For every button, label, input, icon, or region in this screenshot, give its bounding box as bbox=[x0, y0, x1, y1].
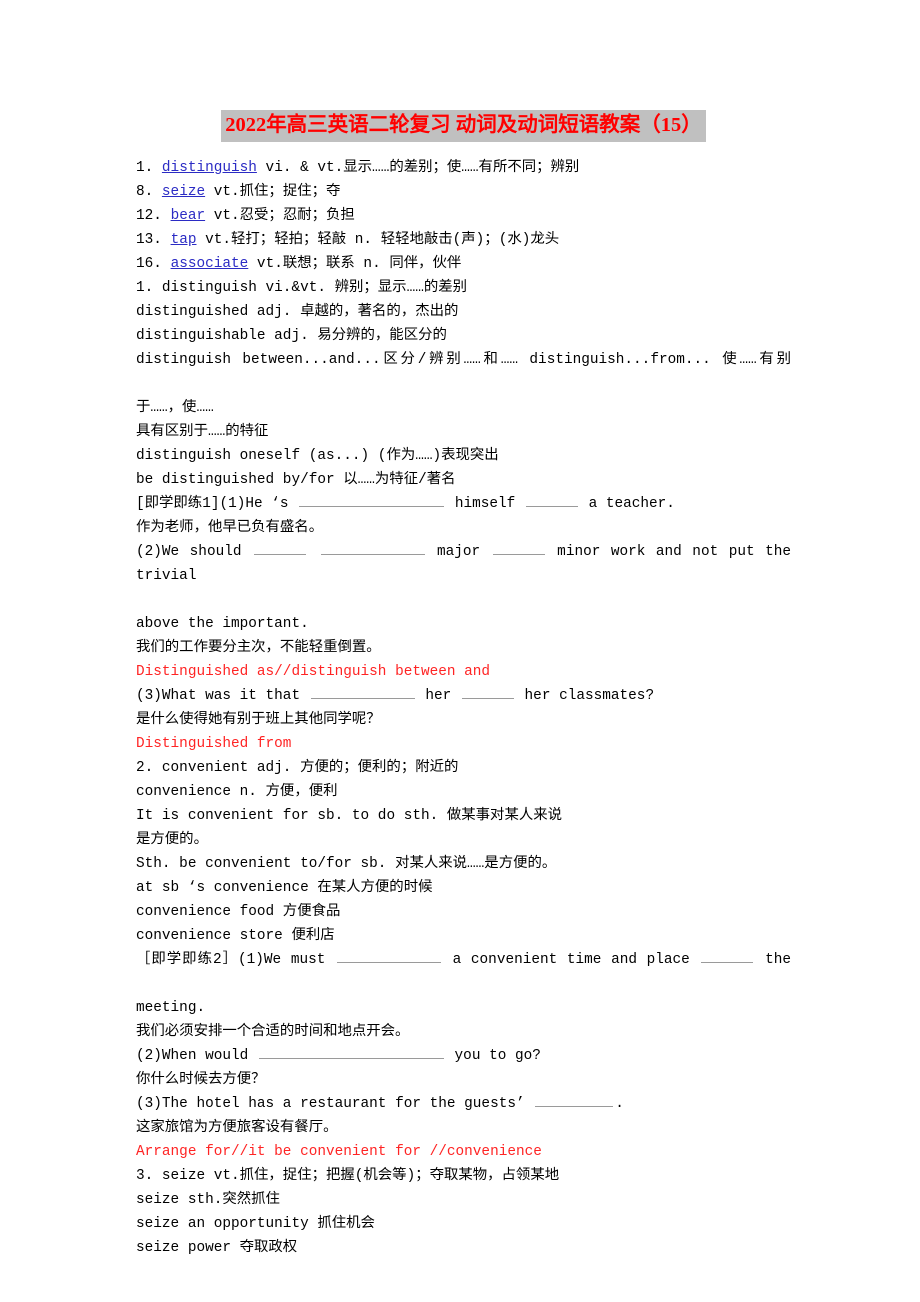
vocab-definition: vi. & vt.显示……的差别；使……有所不同；辨别 bbox=[256, 159, 580, 176]
entry3-phrase: seize sth.突然抓住 bbox=[136, 1191, 280, 1208]
answer-blank[interactable] bbox=[299, 492, 445, 507]
answer-blank[interactable] bbox=[254, 540, 306, 555]
entry2-answer: Arrange for//it be convenient for //conv… bbox=[136, 1143, 542, 1160]
question-text: (2)We should bbox=[136, 543, 252, 560]
entry2-q1-translation: 我们必须安排一个合适的时间和地点开会。 bbox=[136, 1023, 410, 1040]
entry1-answer-2: Distinguished from bbox=[136, 735, 292, 752]
answer-blank[interactable] bbox=[320, 540, 425, 555]
question-text: . bbox=[615, 1095, 624, 1112]
exercise-label: [即学即练1] bbox=[136, 495, 220, 512]
question-text bbox=[308, 544, 319, 560]
entry1-q1-translation: 作为老师，他早已负有盛名。 bbox=[136, 519, 324, 536]
entry1-form: distinguished adj. 卓越的，著名的，杰出的 bbox=[136, 303, 459, 320]
vocab-definition: vt.抓住；捉住；夺 bbox=[205, 183, 341, 200]
vocab-definition: vt.轻打；轻拍；轻敲 n. 轻轻地敲击(声)；(水)龙头 bbox=[196, 231, 560, 248]
entry1-q3-translation: 是什么使得她有别于班上其他同学呢？ bbox=[136, 711, 381, 728]
entry2-exercise-q2: (2)When would you to go? bbox=[136, 1044, 791, 1068]
entry3-headword: 3. seize vt.抓住，捉住；把握(机会等)；夺取某物，占领某地 bbox=[136, 1167, 560, 1184]
vocab-definition: vt.联想；联系 n. 同伴，伙伴 bbox=[248, 255, 462, 272]
entry2-usage: convenience food 方便食品 bbox=[136, 903, 341, 920]
entry1-exercise-q3: (3)What was it that her her classmates? bbox=[136, 684, 791, 708]
vocab-list-item: 8. seize vt.抓住；捉住；夺 bbox=[136, 180, 791, 204]
entry3-phrase: seize power 夺取政权 bbox=[136, 1239, 298, 1256]
question-text: a teacher. bbox=[579, 495, 675, 512]
question-text: (1)He ‘s bbox=[219, 495, 298, 512]
entry1-phrase-line-cont: 于……，使…… bbox=[136, 399, 214, 416]
answer-blank[interactable] bbox=[310, 684, 415, 699]
question-text: the bbox=[755, 951, 791, 968]
answer-blank[interactable] bbox=[535, 1092, 614, 1107]
vocab-list-item: 16. associate vt.联想；联系 n. 同伴，伙伴 bbox=[136, 252, 791, 276]
question-text: (2)When would bbox=[136, 1047, 257, 1064]
entry1-q2-translation: 我们的工作要分主次，不能轻重倒置。 bbox=[136, 639, 381, 656]
question-text: major bbox=[426, 543, 491, 560]
question-text: her classmates? bbox=[515, 687, 655, 704]
vocab-word-link[interactable]: associate bbox=[171, 256, 249, 272]
vocab-number: 1. bbox=[136, 159, 154, 176]
answer-blank[interactable] bbox=[492, 540, 545, 555]
exercise-label: ［即学即练2］ bbox=[136, 951, 238, 968]
entry1-form: distinguishable adj. 易分辨的，能区分的 bbox=[136, 327, 447, 344]
entry2-q1-continuation: meeting. bbox=[136, 999, 206, 1016]
answer-blank[interactable] bbox=[701, 948, 754, 963]
vocab-number: 13. bbox=[136, 231, 162, 248]
entry3-phrase: seize an opportunity 抓住机会 bbox=[136, 1215, 375, 1232]
entry2-exercise-q1: ［即学即练2］(1)We must a convenient time and … bbox=[136, 948, 791, 996]
entry1-oneself-line: distinguish oneself (as...) (作为……)表现突出 bbox=[136, 447, 499, 464]
question-text: himself bbox=[446, 495, 524, 512]
entry1-answer-1: Distinguished as//distinguish between an… bbox=[136, 663, 491, 680]
entry1-q2-continuation: above the important. bbox=[136, 615, 309, 632]
entry2-usage: Sth. be convenient to/for sb. 对某人来说……是方便… bbox=[136, 855, 557, 872]
vocab-list-item: 12. bear vt.忍受；忍耐；负担 bbox=[136, 204, 791, 228]
vocab-list-item: 1. distinguish vi. & vt.显示……的差别；使……有所不同；… bbox=[136, 156, 791, 180]
vocab-number: 16. bbox=[136, 255, 162, 272]
question-text: her bbox=[416, 687, 460, 704]
entry1-headword: 1. distinguish vi.&vt. 辨别；显示……的差别 bbox=[136, 279, 468, 296]
entry2-usage: 是方便的。 bbox=[136, 831, 208, 848]
entry1-phrase-line: distinguish between...and...区分/辨别……和…… d… bbox=[136, 351, 791, 368]
entry2-usage: at sb ‘s convenience 在某人方便的时候 bbox=[136, 879, 433, 896]
vocab-word-link[interactable]: bear bbox=[171, 208, 206, 224]
document-page: 2022年高三英语二轮复习 动词及动词短语教案（15） 1. distingui… bbox=[0, 0, 920, 1302]
vocab-list-item: 13. tap vt.轻打；轻拍；轻敲 n. 轻轻地敲击(声)；(水)龙头 bbox=[136, 228, 791, 252]
vocab-word-link[interactable]: distinguish bbox=[162, 160, 257, 176]
question-text: you to go? bbox=[445, 1047, 541, 1064]
page-title-text: 2022年高三英语二轮复习 动词及动词短语教案（15） bbox=[221, 110, 706, 142]
vocab-word-link[interactable]: tap bbox=[171, 232, 197, 248]
entry1-exercise-q2: (2)We should major minor work and not pu… bbox=[136, 540, 791, 612]
entry2-headword: 2. convenient adj. 方便的；便利的；附近的 bbox=[136, 759, 459, 776]
question-text: (1)We must bbox=[238, 951, 335, 968]
vocab-number: 12. bbox=[136, 207, 162, 224]
entry2-q2-translation: 你什么时候去方便？ bbox=[136, 1071, 266, 1088]
document-body: 2022年高三英语二轮复习 动词及动词短语教案（15） 1. distingui… bbox=[136, 110, 791, 1260]
entry2-q3-translation: 这家旅馆为方便旅客设有餐厅。 bbox=[136, 1119, 338, 1136]
question-text: (3)What was it that bbox=[136, 687, 309, 704]
entry1-feature-line: 具有区别于……的特征 bbox=[136, 423, 269, 440]
entry2-usage: It is convenient for sb. to do sth. 做某事对… bbox=[136, 807, 563, 824]
entry1-exercise-q1: [即学即练1](1)He ‘s himself a teacher. bbox=[136, 492, 791, 516]
entry2-usage: convenience store 便利店 bbox=[136, 927, 335, 944]
vocab-number: 8. bbox=[136, 183, 154, 200]
answer-blank[interactable] bbox=[525, 492, 578, 507]
entry1-byfor-line: be distinguished by/for 以……为特征/著名 bbox=[136, 471, 456, 488]
answer-blank[interactable] bbox=[461, 684, 514, 699]
entry2-exercise-q3: (3)The hotel has a restaurant for the gu… bbox=[136, 1092, 791, 1116]
answer-blank[interactable] bbox=[337, 948, 441, 963]
question-text: (3)The hotel has a restaurant for the gu… bbox=[136, 1095, 534, 1112]
vocab-definition: vt.忍受；忍耐；负担 bbox=[205, 207, 355, 224]
answer-blank[interactable] bbox=[258, 1044, 444, 1059]
entry2-noun-form: convenience n. 方便，便利 bbox=[136, 783, 338, 800]
vocab-word-link[interactable]: seize bbox=[162, 184, 205, 200]
page-title: 2022年高三英语二轮复习 动词及动词短语教案（15） bbox=[136, 110, 791, 142]
question-text: a convenient time and place bbox=[443, 951, 700, 968]
